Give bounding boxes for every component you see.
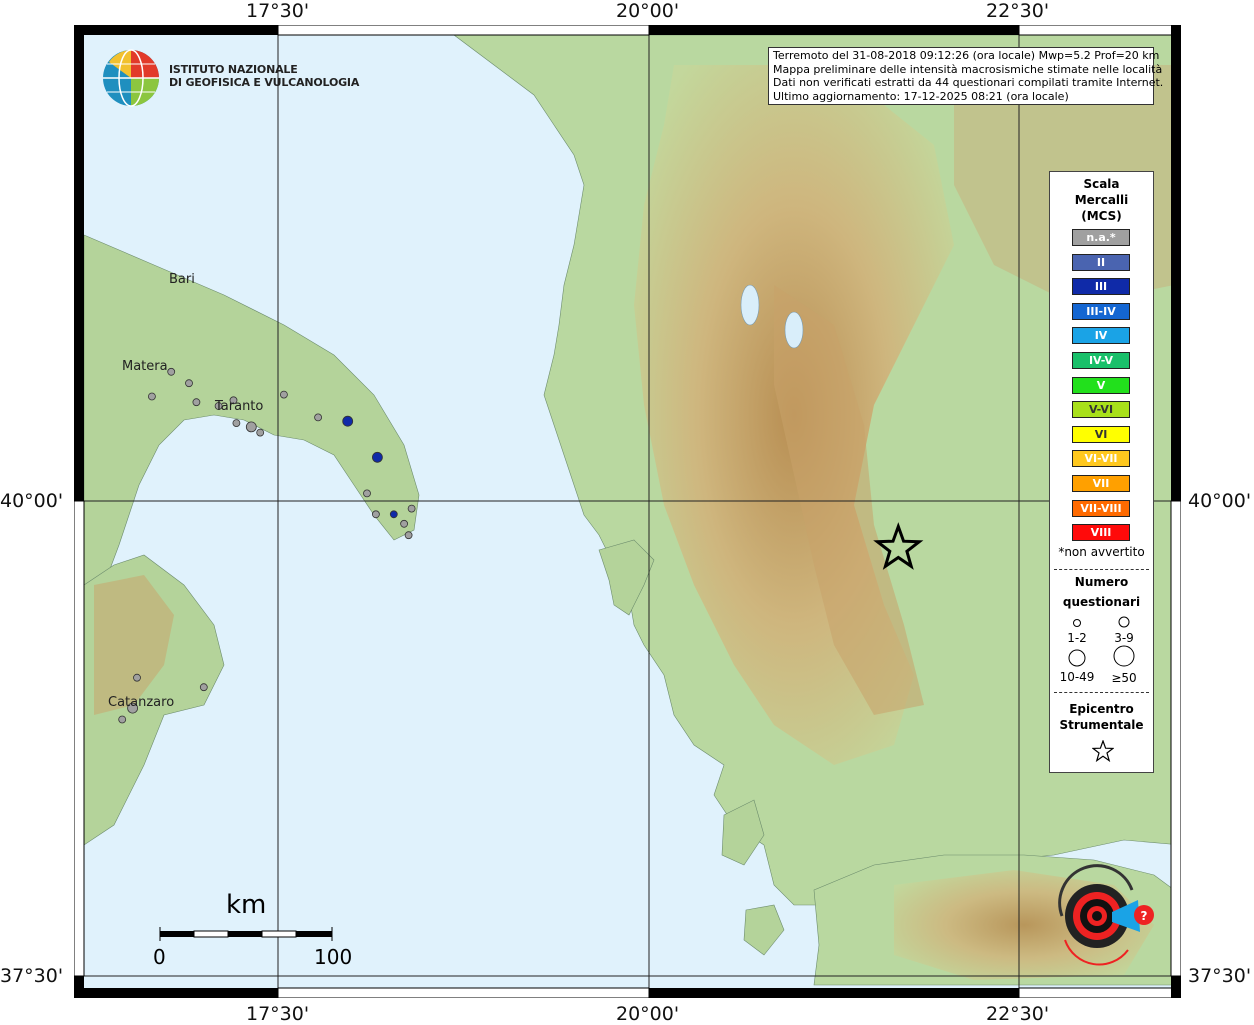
map-frame xyxy=(74,25,1181,998)
observation-point-23[interactable] xyxy=(199,683,208,692)
observation-point-5[interactable] xyxy=(148,392,156,401)
scale-start: 0 xyxy=(153,945,166,969)
observation-point-4[interactable] xyxy=(167,367,176,376)
size-label-3: 10-49 xyxy=(1059,670,1095,684)
observation-point-15[interactable] xyxy=(371,510,380,519)
observation-point-21[interactable] xyxy=(133,673,141,682)
legend-divider-1 xyxy=(1054,569,1149,570)
legend-star-icon xyxy=(1092,740,1114,762)
observation-point-12[interactable] xyxy=(371,451,383,463)
lat-tick-left-2: 37°30' xyxy=(0,965,64,987)
observation-point-14[interactable] xyxy=(363,489,371,498)
observation-point-2[interactable] xyxy=(245,421,257,433)
scale-unit: km xyxy=(226,890,267,920)
lake-ohrid xyxy=(740,284,760,326)
size-symbol-1-2 xyxy=(1073,619,1081,627)
observation-point-6[interactable] xyxy=(185,379,193,388)
legend-count-title-2: questionari xyxy=(1062,595,1141,609)
legend-epi-title-2: Strumentale xyxy=(1059,718,1144,732)
size-label-2: 3-9 xyxy=(1114,631,1134,645)
legend-class-iv: IV xyxy=(1072,327,1130,345)
legend-class-iv-v: IV-V xyxy=(1072,352,1130,369)
institute-name: ISTITUTO NAZIONALE DI GEOFISICA E VULCAN… xyxy=(169,63,359,89)
legend-divider-2 xyxy=(1054,692,1149,693)
earthquake-info-box: Terremoto del 31-08-2018 09:12:26 (ora l… xyxy=(768,47,1164,105)
legend-class-vii: VII xyxy=(1072,475,1130,492)
city-label-taranto: Taranto xyxy=(215,399,264,414)
lat-tick-right-1: 40°00' xyxy=(1188,490,1252,512)
lon-tick-top-3: 22°30' xyxy=(986,0,1050,22)
city-label-bari: Bari xyxy=(169,272,195,287)
institute-line-1: ISTITUTO NAZIONALE xyxy=(169,63,298,76)
size-symbol-3-9 xyxy=(1118,616,1130,628)
lon-tick-top-2: 20°00' xyxy=(616,0,680,22)
info-line-3: Dati non verificati estratti da 44 quest… xyxy=(773,76,1164,89)
city-label-catanzaro: Catanzaro xyxy=(108,695,175,710)
legend-class-n-a: n.a.* xyxy=(1072,229,1130,246)
info-line-2: Mappa preliminare delle intensità macros… xyxy=(773,62,1163,76)
legend-epi-title-1: Epicentro xyxy=(1069,702,1134,716)
map-canvas[interactable] xyxy=(74,25,1181,998)
city-label-matera: Matera xyxy=(122,359,168,374)
lon-tick-bottom-2: 20°00' xyxy=(616,1003,680,1025)
legend-class-vii-viii: VII-VIII xyxy=(1072,499,1130,517)
size-label-4: ≥50 xyxy=(1111,671,1137,685)
legend-class-vi-vii: VI-VII xyxy=(1072,450,1130,468)
observation-point-18[interactable] xyxy=(404,531,413,540)
legend-note: *non avvertito xyxy=(1058,545,1145,559)
observation-point-1[interactable] xyxy=(314,413,323,422)
observation-point-20[interactable] xyxy=(118,715,127,724)
lake-prespa xyxy=(784,311,804,349)
lon-tick-top-1: 17°30' xyxy=(246,0,310,22)
legend-title-mcs: (MCS) xyxy=(1081,209,1122,223)
info-line-4: Ultimo aggiornamento: 17-12-2025 08:21 (… xyxy=(773,89,1069,103)
size-label-1: 1-2 xyxy=(1067,631,1087,645)
observation-point-0[interactable] xyxy=(279,390,288,399)
observation-point-10[interactable] xyxy=(232,419,241,428)
observation-point-17[interactable] xyxy=(400,519,409,528)
lat-tick-right-2: 37°30' xyxy=(1188,965,1252,987)
legend-count-title-1: Numero xyxy=(1074,575,1129,589)
institute-line-2: DI GEOFISICA E VULCANOLOGIA xyxy=(169,76,360,89)
observation-point-11[interactable] xyxy=(342,415,354,427)
legend-class-iii: III xyxy=(1072,278,1130,296)
legend-class-iii-iv: III-IV xyxy=(1072,302,1130,320)
scale-end: 100 xyxy=(314,945,353,969)
svg-text:?: ? xyxy=(1141,909,1148,923)
size-symbol-10-49 xyxy=(1068,649,1086,667)
legend-class-v-vi: V-VI xyxy=(1072,401,1130,419)
lon-tick-bottom-3: 22°30' xyxy=(986,1003,1050,1025)
hai-sentito-il-terremoto-logo: ? xyxy=(1058,864,1154,966)
observation-point-9[interactable] xyxy=(256,428,265,437)
info-line-1: Terremoto del 31-08-2018 09:12:26 (ora l… xyxy=(773,49,1160,62)
legend-class-vi: VI xyxy=(1072,425,1130,443)
observation-point-16[interactable] xyxy=(407,504,416,513)
observation-point-7[interactable] xyxy=(192,398,201,407)
ingv-globe-logo xyxy=(103,49,159,107)
legend-title-mercalli: Mercalli xyxy=(1074,193,1129,207)
observation-point-13[interactable] xyxy=(389,510,398,519)
size-symbol-50 xyxy=(1113,645,1135,667)
legend-class-v: V xyxy=(1072,376,1130,394)
lat-tick-left-1: 40°00' xyxy=(0,490,64,512)
legend-panel: Scala Mercalli (MCS) n.a.* II III III-IV IV I… xyxy=(1049,171,1154,773)
lon-tick-bottom-1: 17°30' xyxy=(246,1003,310,1025)
legend-class-ii: II xyxy=(1072,253,1130,271)
legend-class-viii: VIII xyxy=(1072,524,1130,542)
legend-title-scala: Scala xyxy=(1083,177,1120,191)
